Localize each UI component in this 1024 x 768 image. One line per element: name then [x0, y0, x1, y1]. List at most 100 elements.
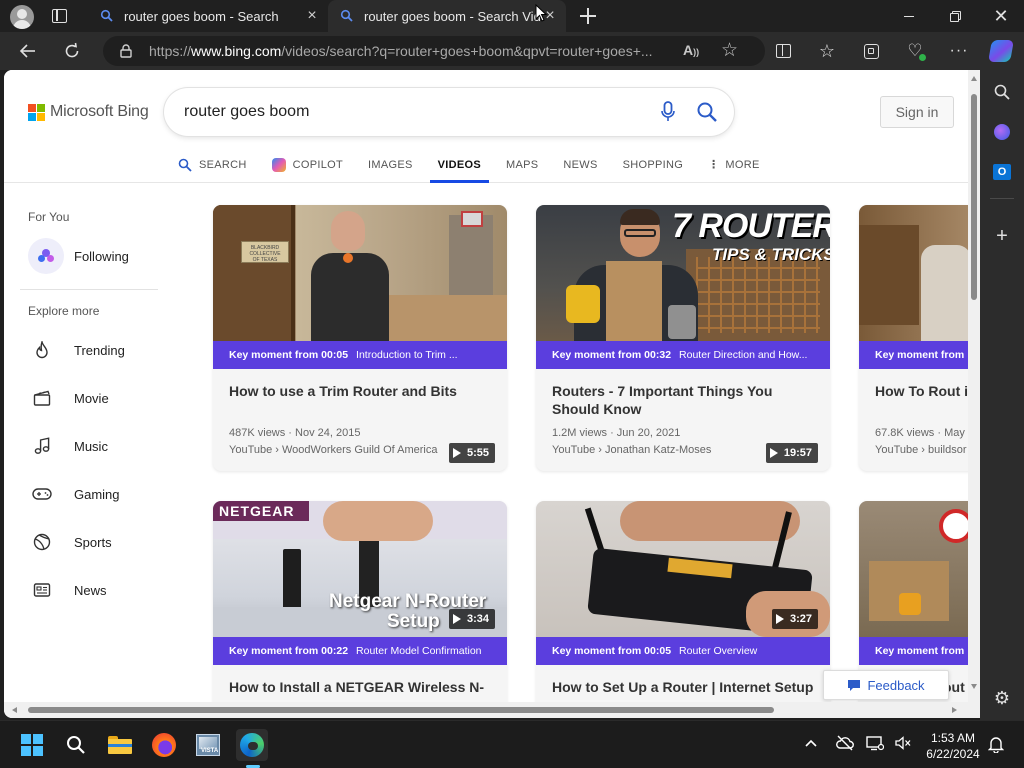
tab-maps[interactable]: MAPS	[498, 146, 546, 183]
tab-news[interactable]: NEWS	[555, 146, 605, 183]
video-title[interactable]: How to Set Up a Router | Internet Setup	[552, 678, 814, 696]
video-card[interactable]: Key moment from How To Rout in 67.8K vie…	[859, 205, 980, 471]
read-aloud-icon[interactable]: A))	[683, 42, 699, 58]
url-text[interactable]: https://www.bing.com/videos/search?q=rou…	[149, 43, 679, 59]
taskbar-search-icon[interactable]	[60, 729, 92, 761]
vertical-scrollbar[interactable]	[968, 70, 980, 718]
video-title[interactable]: How To Rout in	[875, 382, 980, 400]
windows-taskbar: VISTA 1:53 AM 6/22/2024	[0, 720, 1024, 768]
refresh-button[interactable]	[57, 36, 87, 66]
cloud-offline-icon[interactable]	[836, 735, 854, 756]
video-card[interactable]: BLACKBIRD COLLECTIVE OF TEXAS 5:55 Key mom…	[213, 205, 507, 471]
video-source: YouTube › buildsor	[875, 444, 967, 456]
play-icon	[452, 614, 461, 624]
bing-videos-page: Microsoft Bing Sign in SEARCH COPILOT IM…	[4, 70, 980, 718]
close-window-icon[interactable]: ✕	[978, 0, 1024, 32]
profile-avatar[interactable]	[10, 5, 34, 29]
copilot-icon[interactable]	[986, 36, 1016, 66]
video-stats: 67.8K views · May	[875, 427, 965, 439]
key-moment-bar[interactable]: Key moment from	[859, 637, 980, 665]
for-you-heading: For You	[28, 210, 70, 224]
system-clock[interactable]: 1:53 AM 6/22/2024	[920, 730, 986, 762]
vertical-scroll-thumb[interactable]	[971, 94, 977, 300]
key-moment-bar[interactable]: Key moment from 00:05 Router Overview	[536, 637, 830, 665]
microphone-icon[interactable]	[660, 101, 676, 123]
mouse-cursor-icon	[535, 4, 547, 22]
video-title[interactable]: Routers - 7 Important Things You Should …	[552, 382, 814, 418]
menu-item-gaming[interactable]: Gaming	[28, 476, 120, 512]
tab-search-scope[interactable]: SEARCH	[170, 146, 255, 183]
music-note-icon	[28, 432, 56, 460]
show-hidden-icons-icon[interactable]	[804, 735, 820, 751]
horizontal-scroll-thumb[interactable]	[28, 707, 774, 713]
menu-item-movie[interactable]: Movie	[28, 380, 109, 416]
address-bar[interactable]: https://www.bing.com/videos/search?q=rou…	[103, 36, 765, 66]
restore-icon[interactable]	[932, 0, 978, 32]
network-icon[interactable]	[866, 735, 885, 756]
tab-more[interactable]: ⋮ MORE	[700, 146, 768, 183]
thumbnail-brand: NETGEAR	[219, 503, 295, 519]
favorites-icon[interactable]: ☆	[812, 36, 842, 66]
menu-item-sports[interactable]: Sports	[28, 524, 112, 560]
tab-actions-icon[interactable]	[52, 9, 67, 23]
file-explorer-icon[interactable]	[104, 729, 136, 761]
minimize-icon[interactable]	[886, 0, 932, 32]
edge-taskbar-icon[interactable]	[236, 729, 268, 768]
tab-videos[interactable]: router goes boom - Search Videos ×	[328, 0, 566, 32]
key-moment-bar[interactable]: Key moment from 00:05 Introduction to Tri…	[213, 341, 507, 369]
sidebar-outlook-icon[interactable]: O	[990, 160, 1014, 184]
back-button[interactable]	[13, 36, 43, 66]
browser-essentials-icon[interactable]: ♡	[900, 36, 930, 66]
sidebar-search-icon[interactable]	[990, 80, 1014, 104]
video-title[interactable]: How to Install a NETGEAR Wireless N-	[229, 678, 491, 696]
sidebar-copilot-icon[interactable]	[990, 120, 1014, 144]
video-thumbnail[interactable]: 7 ROUTER TIPS & TRICKS	[536, 205, 830, 341]
microsoft-logo-icon	[28, 103, 45, 121]
search-icon[interactable]	[696, 101, 718, 123]
feedback-button[interactable]: Feedback	[823, 670, 949, 700]
horizontal-scrollbar[interactable]	[4, 702, 968, 718]
search-box[interactable]	[164, 88, 734, 136]
new-tab-icon[interactable]	[578, 6, 598, 26]
video-thumbnail[interactable]	[859, 205, 980, 341]
following-item[interactable]: Following	[28, 238, 129, 274]
favorite-star-icon[interactable]: ☆	[721, 39, 738, 62]
notifications-bell-icon[interactable]	[987, 735, 1005, 758]
bing-logo[interactable]: Microsoft Bing	[28, 103, 149, 121]
sidebar-add-icon[interactable]: +	[990, 224, 1014, 248]
sidebar-settings-icon[interactable]: ⚙	[990, 686, 1014, 710]
tab-search[interactable]: router goes boom - Search ×	[88, 0, 328, 32]
tab-videos-scope[interactable]: VIDEOS	[429, 146, 490, 183]
search-input[interactable]	[184, 100, 624, 124]
video-thumbnail[interactable]	[859, 501, 980, 637]
menu-item-news[interactable]: News	[28, 572, 107, 608]
video-card[interactable]: 3:27 Key moment from 00:05 Router Overvie…	[536, 501, 830, 718]
tab-copilot[interactable]: COPILOT	[264, 146, 351, 183]
thumbnail-heading: 7 ROUTER	[672, 207, 830, 245]
key-moment-bar[interactable]: Key moment from 00:22 Router Model Confir…	[213, 637, 507, 665]
start-button[interactable]	[16, 729, 48, 761]
tab-images[interactable]: IMAGES	[360, 146, 421, 183]
vista-app-icon[interactable]: VISTA	[192, 729, 224, 761]
brand-text: Microsoft Bing	[50, 103, 149, 120]
close-tab-icon[interactable]: ×	[304, 8, 320, 24]
more-options-icon[interactable]: ···	[944, 36, 974, 66]
key-moment-bar[interactable]: Key moment from 00:32 Router Direction an…	[536, 341, 830, 369]
clock-time: 1:53 AM	[930, 731, 976, 745]
collections-icon[interactable]	[856, 36, 886, 66]
kebab-icon: ⋮	[708, 159, 720, 171]
volume-muted-icon[interactable]	[894, 735, 912, 756]
split-screen-icon[interactable]	[768, 36, 798, 66]
sign-in-button[interactable]: Sign in	[880, 96, 954, 128]
video-card[interactable]: 7 ROUTER TIPS & TRICKS 19:57 Key moment …	[536, 205, 830, 471]
key-moment-bar[interactable]: Key moment from	[859, 341, 980, 369]
lock-icon[interactable]	[120, 44, 132, 58]
menu-item-trending[interactable]: Trending	[28, 332, 125, 368]
firefox-icon[interactable]	[148, 729, 180, 761]
menu-item-music[interactable]: Music	[28, 428, 108, 464]
tab-shopping[interactable]: SHOPPING	[615, 146, 691, 183]
video-title[interactable]: How to use a Trim Router and Bits	[229, 382, 491, 400]
video-thumbnail[interactable]: BLACKBIRD COLLECTIVE OF TEXAS	[213, 205, 507, 341]
search-favicon-icon	[340, 9, 353, 22]
video-card[interactable]: NETGEAR Netgear N-Router Setup 3:34 Key …	[213, 501, 507, 718]
